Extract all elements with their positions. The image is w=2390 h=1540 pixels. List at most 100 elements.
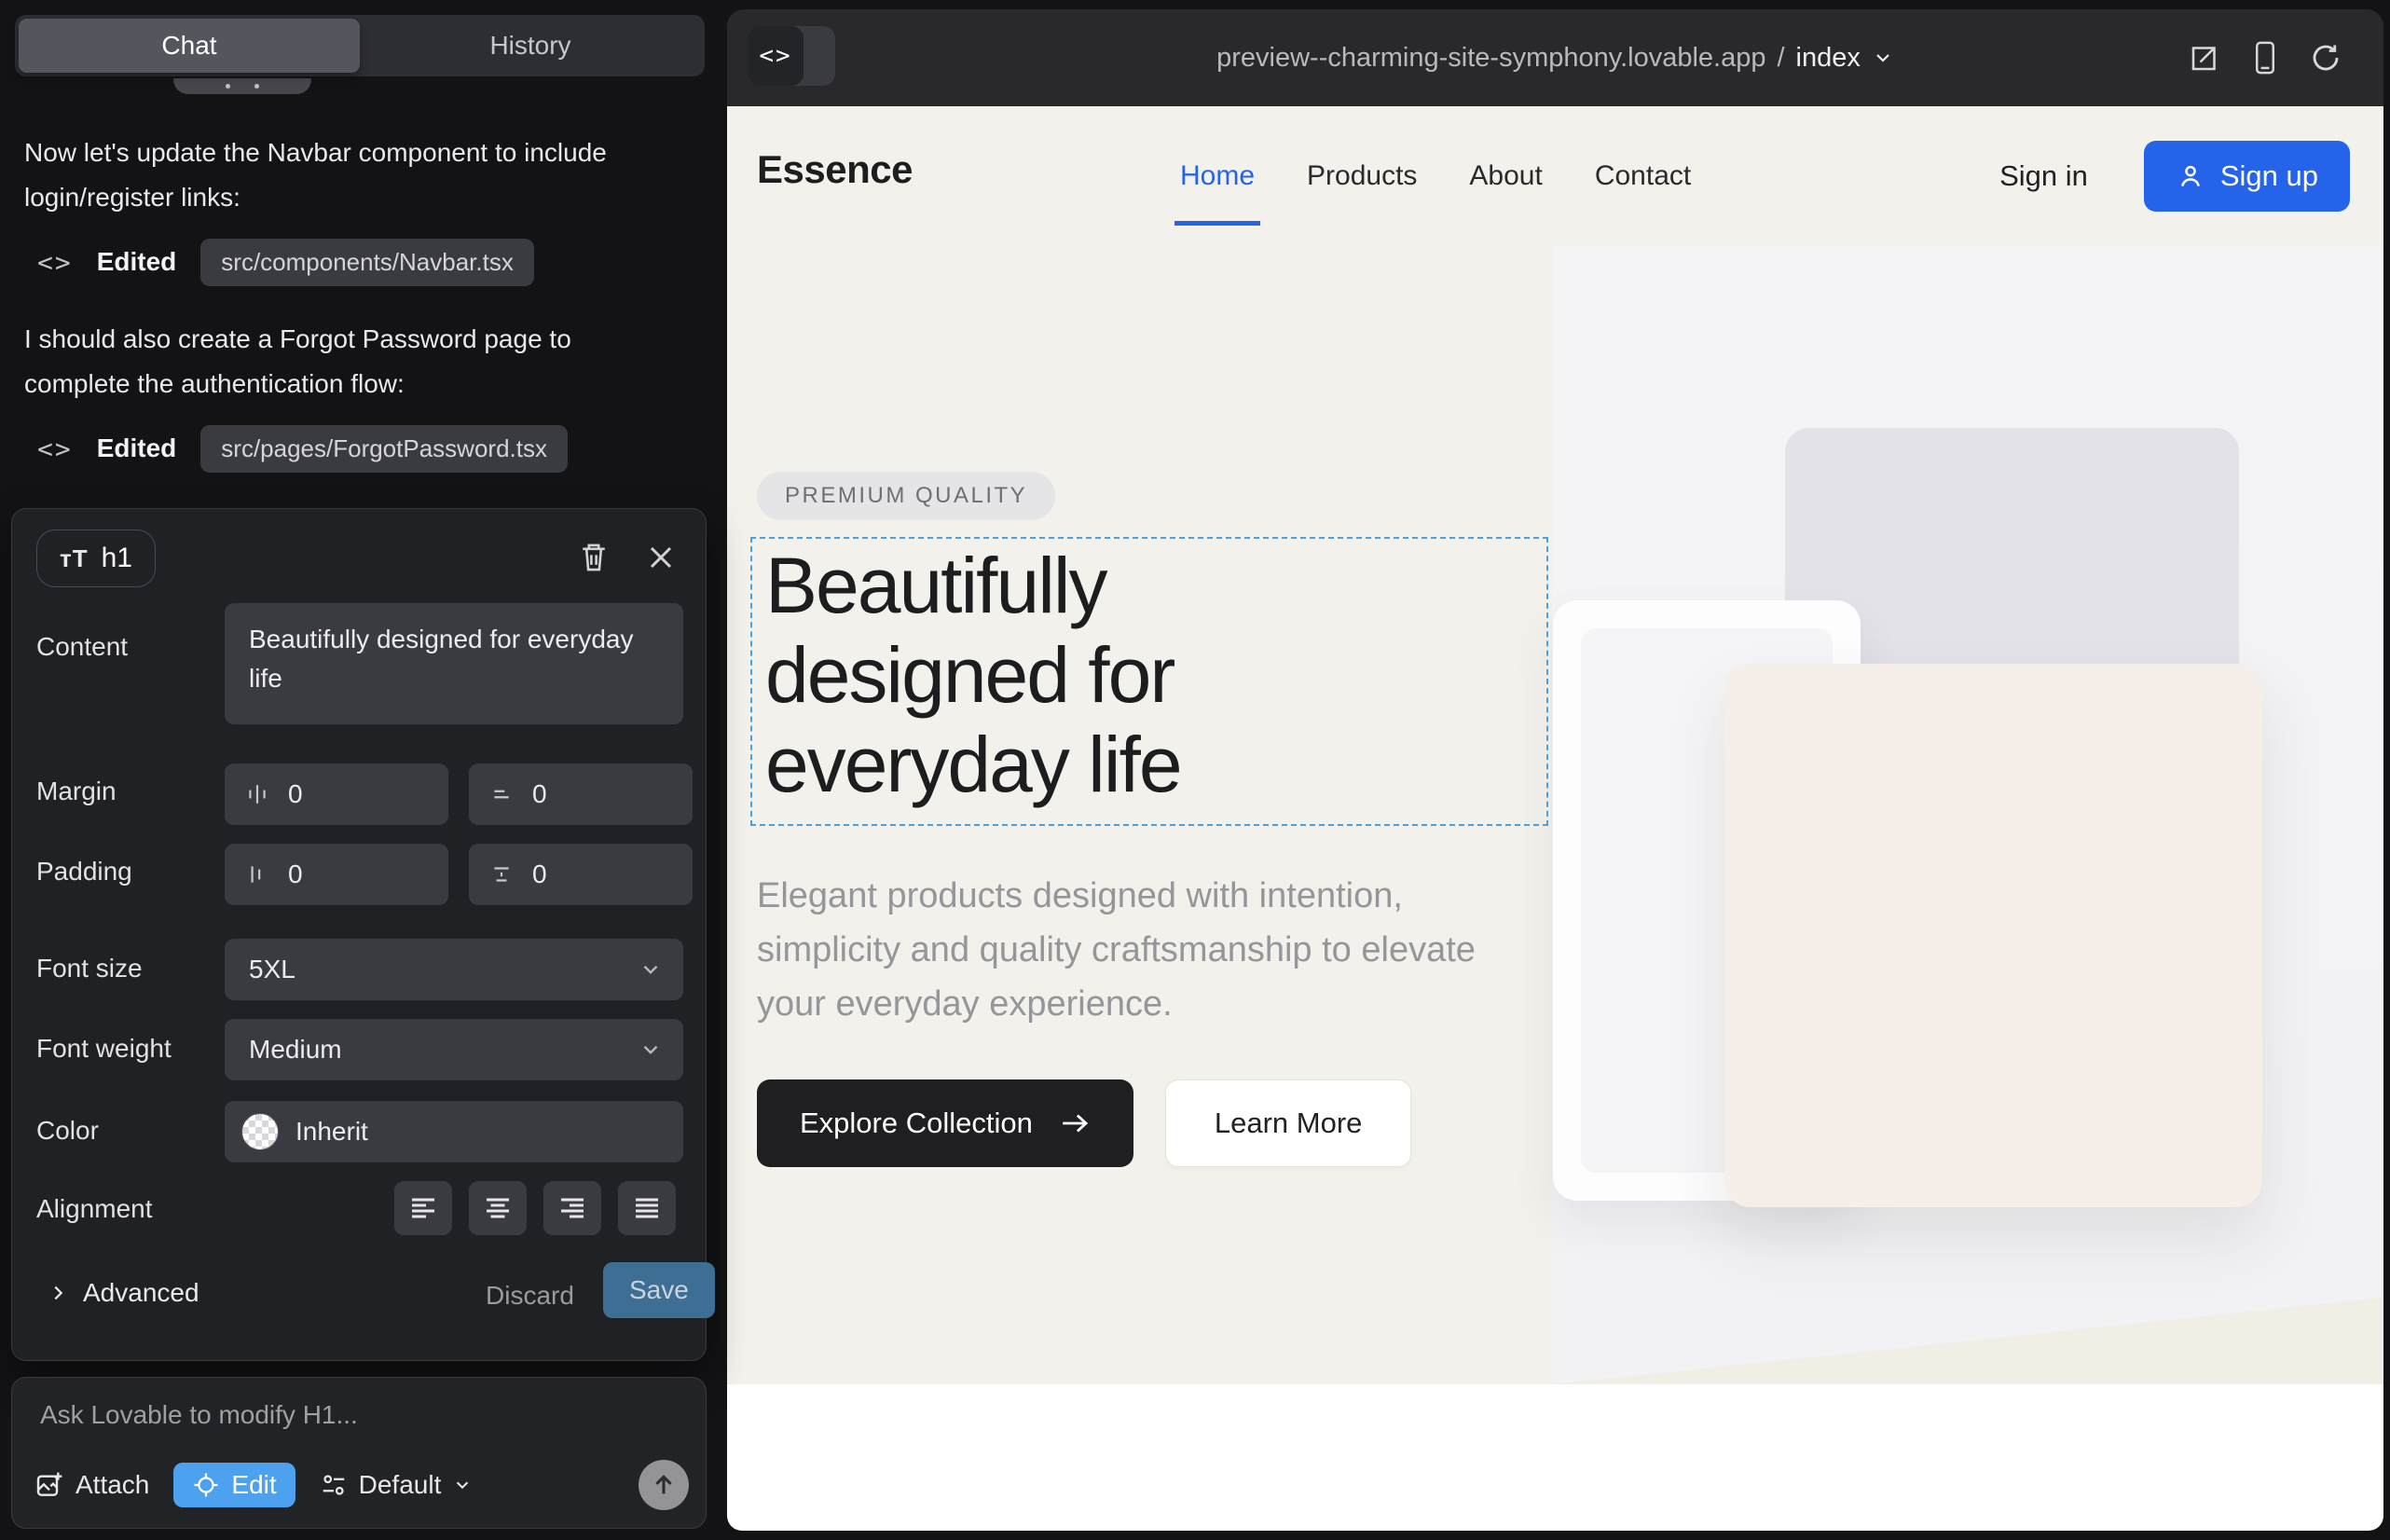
padding-x-input[interactable]: 0 — [225, 844, 448, 905]
align-left-button[interactable] — [394, 1181, 452, 1235]
edited-file-row: <> Edited src/pages/ForgotPassword.tsx — [37, 421, 568, 475]
chat-message: I should also create a Forgot Password p… — [24, 317, 667, 406]
sliders-icon — [320, 1471, 348, 1499]
nav-link-about[interactable]: About — [1469, 160, 1542, 192]
trash-icon — [579, 542, 609, 573]
margin-label: Margin — [36, 777, 117, 806]
align-right-button[interactable] — [543, 1181, 601, 1235]
alignment-label: Alignment — [36, 1194, 153, 1224]
active-underline — [1174, 221, 1260, 226]
padding-y-input[interactable]: 0 — [469, 844, 693, 905]
url-separator: / — [1777, 43, 1784, 74]
margin-y-input[interactable]: 0 — [469, 763, 693, 825]
code-view-segment[interactable]: <> — [748, 26, 804, 86]
sign-up-button[interactable]: Sign up — [2144, 141, 2350, 212]
file-chip[interactable]: src/components/Navbar.tsx — [200, 239, 534, 286]
arrow-up-icon — [651, 1472, 677, 1498]
browser-chrome: <> preview--charming-site-symphony.lovab… — [727, 9, 2383, 106]
margin-x-input[interactable]: 0 — [225, 763, 448, 825]
explore-collection-button[interactable]: Explore Collection — [757, 1079, 1133, 1167]
attach-button[interactable]: Attach — [34, 1470, 149, 1500]
color-select[interactable]: Inherit — [225, 1101, 683, 1162]
code-icon: <> — [759, 42, 791, 70]
typography-icon: тT — [60, 544, 89, 573]
code-icon: <> — [37, 433, 73, 464]
color-swatch — [241, 1113, 279, 1150]
mobile-device-icon[interactable] — [2249, 40, 2281, 76]
chevron-down-icon — [639, 1038, 663, 1062]
delete-element-button[interactable] — [571, 535, 616, 580]
refresh-icon[interactable] — [2309, 41, 2342, 75]
hero-badge: PREMIUM QUALITY — [757, 472, 1055, 520]
selected-element-tag[interactable]: тT h1 — [36, 529, 156, 587]
hero-paragraph: Elegant products designed with intention… — [757, 869, 1503, 1031]
color-label: Color — [36, 1116, 99, 1146]
align-left-icon — [409, 1196, 437, 1220]
send-button[interactable] — [639, 1460, 689, 1510]
chevron-down-icon — [452, 1475, 473, 1495]
padding-label: Padding — [36, 857, 132, 887]
site-navbar: Essence Home Products About Contact Sign… — [727, 106, 2383, 246]
decor-cream-card — [1724, 664, 2262, 1207]
file-chip[interactable]: src/pages/ForgotPassword.tsx — [200, 425, 568, 473]
prompt-input[interactable] — [40, 1400, 655, 1430]
scrolled-chip-fragment — [173, 78, 311, 94]
edit-mode-button[interactable]: Edit — [173, 1463, 295, 1507]
code-preview-toggle[interactable]: <> — [748, 26, 835, 86]
align-center-icon — [484, 1196, 512, 1220]
chat-history-tabbar: Chat History — [15, 15, 705, 76]
chevron-down-icon — [1872, 47, 1894, 69]
site-brand[interactable]: Essence — [757, 147, 913, 192]
advanced-toggle[interactable]: Advanced — [48, 1278, 199, 1308]
edited-label: Edited — [97, 247, 177, 277]
alignment-group — [394, 1181, 676, 1235]
align-justify-button[interactable] — [618, 1181, 676, 1235]
url-bar[interactable]: preview--charming-site-symphony.lovable.… — [1007, 9, 2104, 106]
tab-history[interactable]: History — [360, 19, 701, 73]
nav-link-home[interactable]: Home — [1180, 160, 1255, 192]
chrome-actions — [2188, 9, 2342, 106]
target-icon — [192, 1471, 220, 1499]
margin-vertical-icon — [489, 782, 514, 806]
align-center-button[interactable] — [469, 1181, 527, 1235]
font-weight-label: Font weight — [36, 1034, 172, 1064]
close-panel-button[interactable] — [639, 535, 683, 580]
code-icon: <> — [37, 247, 73, 278]
font-weight-select[interactable]: Medium — [225, 1019, 683, 1080]
site-nav-actions: Sign in Sign up — [1999, 106, 2350, 246]
chevron-down-icon — [639, 957, 663, 982]
site-nav-links: Home Products About Contact — [1180, 106, 1691, 246]
learn-more-button[interactable]: Learn More — [1165, 1079, 1412, 1167]
open-external-icon[interactable] — [2188, 41, 2221, 75]
element-tag-label: h1 — [102, 543, 132, 574]
font-size-label: Font size — [36, 954, 143, 983]
url-host: preview--charming-site-symphony.lovable.… — [1216, 43, 1765, 74]
nav-link-products[interactable]: Products — [1307, 160, 1417, 192]
prompt-box: Attach Edit Default — [11, 1377, 707, 1529]
edited-file-row: <> Edited src/components/Navbar.tsx — [37, 235, 534, 289]
content-textarea[interactable]: Beautifully designed for everyday life — [225, 603, 683, 724]
align-right-icon — [558, 1196, 586, 1220]
hero-heading[interactable]: Beautifully designed for everyday life — [765, 541, 1371, 809]
tab-chat[interactable]: Chat — [19, 19, 360, 73]
prompt-toolbar: Attach Edit Default — [34, 1459, 689, 1511]
nav-link-contact[interactable]: Contact — [1595, 160, 1691, 192]
attach-image-icon — [34, 1470, 64, 1500]
padding-vertical-icon — [489, 862, 514, 887]
chat-message: Now let's update the Navbar component to… — [24, 131, 667, 220]
padding-horizontal-icon — [245, 862, 269, 887]
sign-in-link[interactable]: Sign in — [1999, 159, 2088, 193]
content-label: Content — [36, 632, 128, 662]
default-mode-selector[interactable]: Default — [320, 1470, 474, 1500]
user-icon — [2176, 161, 2205, 191]
selection-outline[interactable]: Beautifully designed for everyday life — [750, 537, 1548, 826]
element-editor-panel: тT h1 Content Beautifully designed for e… — [11, 508, 707, 1361]
save-button[interactable]: Save — [603, 1262, 715, 1318]
hero-cta-row: Explore Collection Learn More — [757, 1079, 1411, 1167]
font-size-select[interactable]: 5XL — [225, 939, 683, 1000]
edited-label: Edited — [97, 433, 177, 463]
chevron-right-icon — [48, 1283, 68, 1303]
close-icon — [647, 543, 675, 571]
discard-button[interactable]: Discard — [486, 1281, 574, 1311]
preview-frame: <> preview--charming-site-symphony.lovab… — [727, 9, 2383, 1531]
